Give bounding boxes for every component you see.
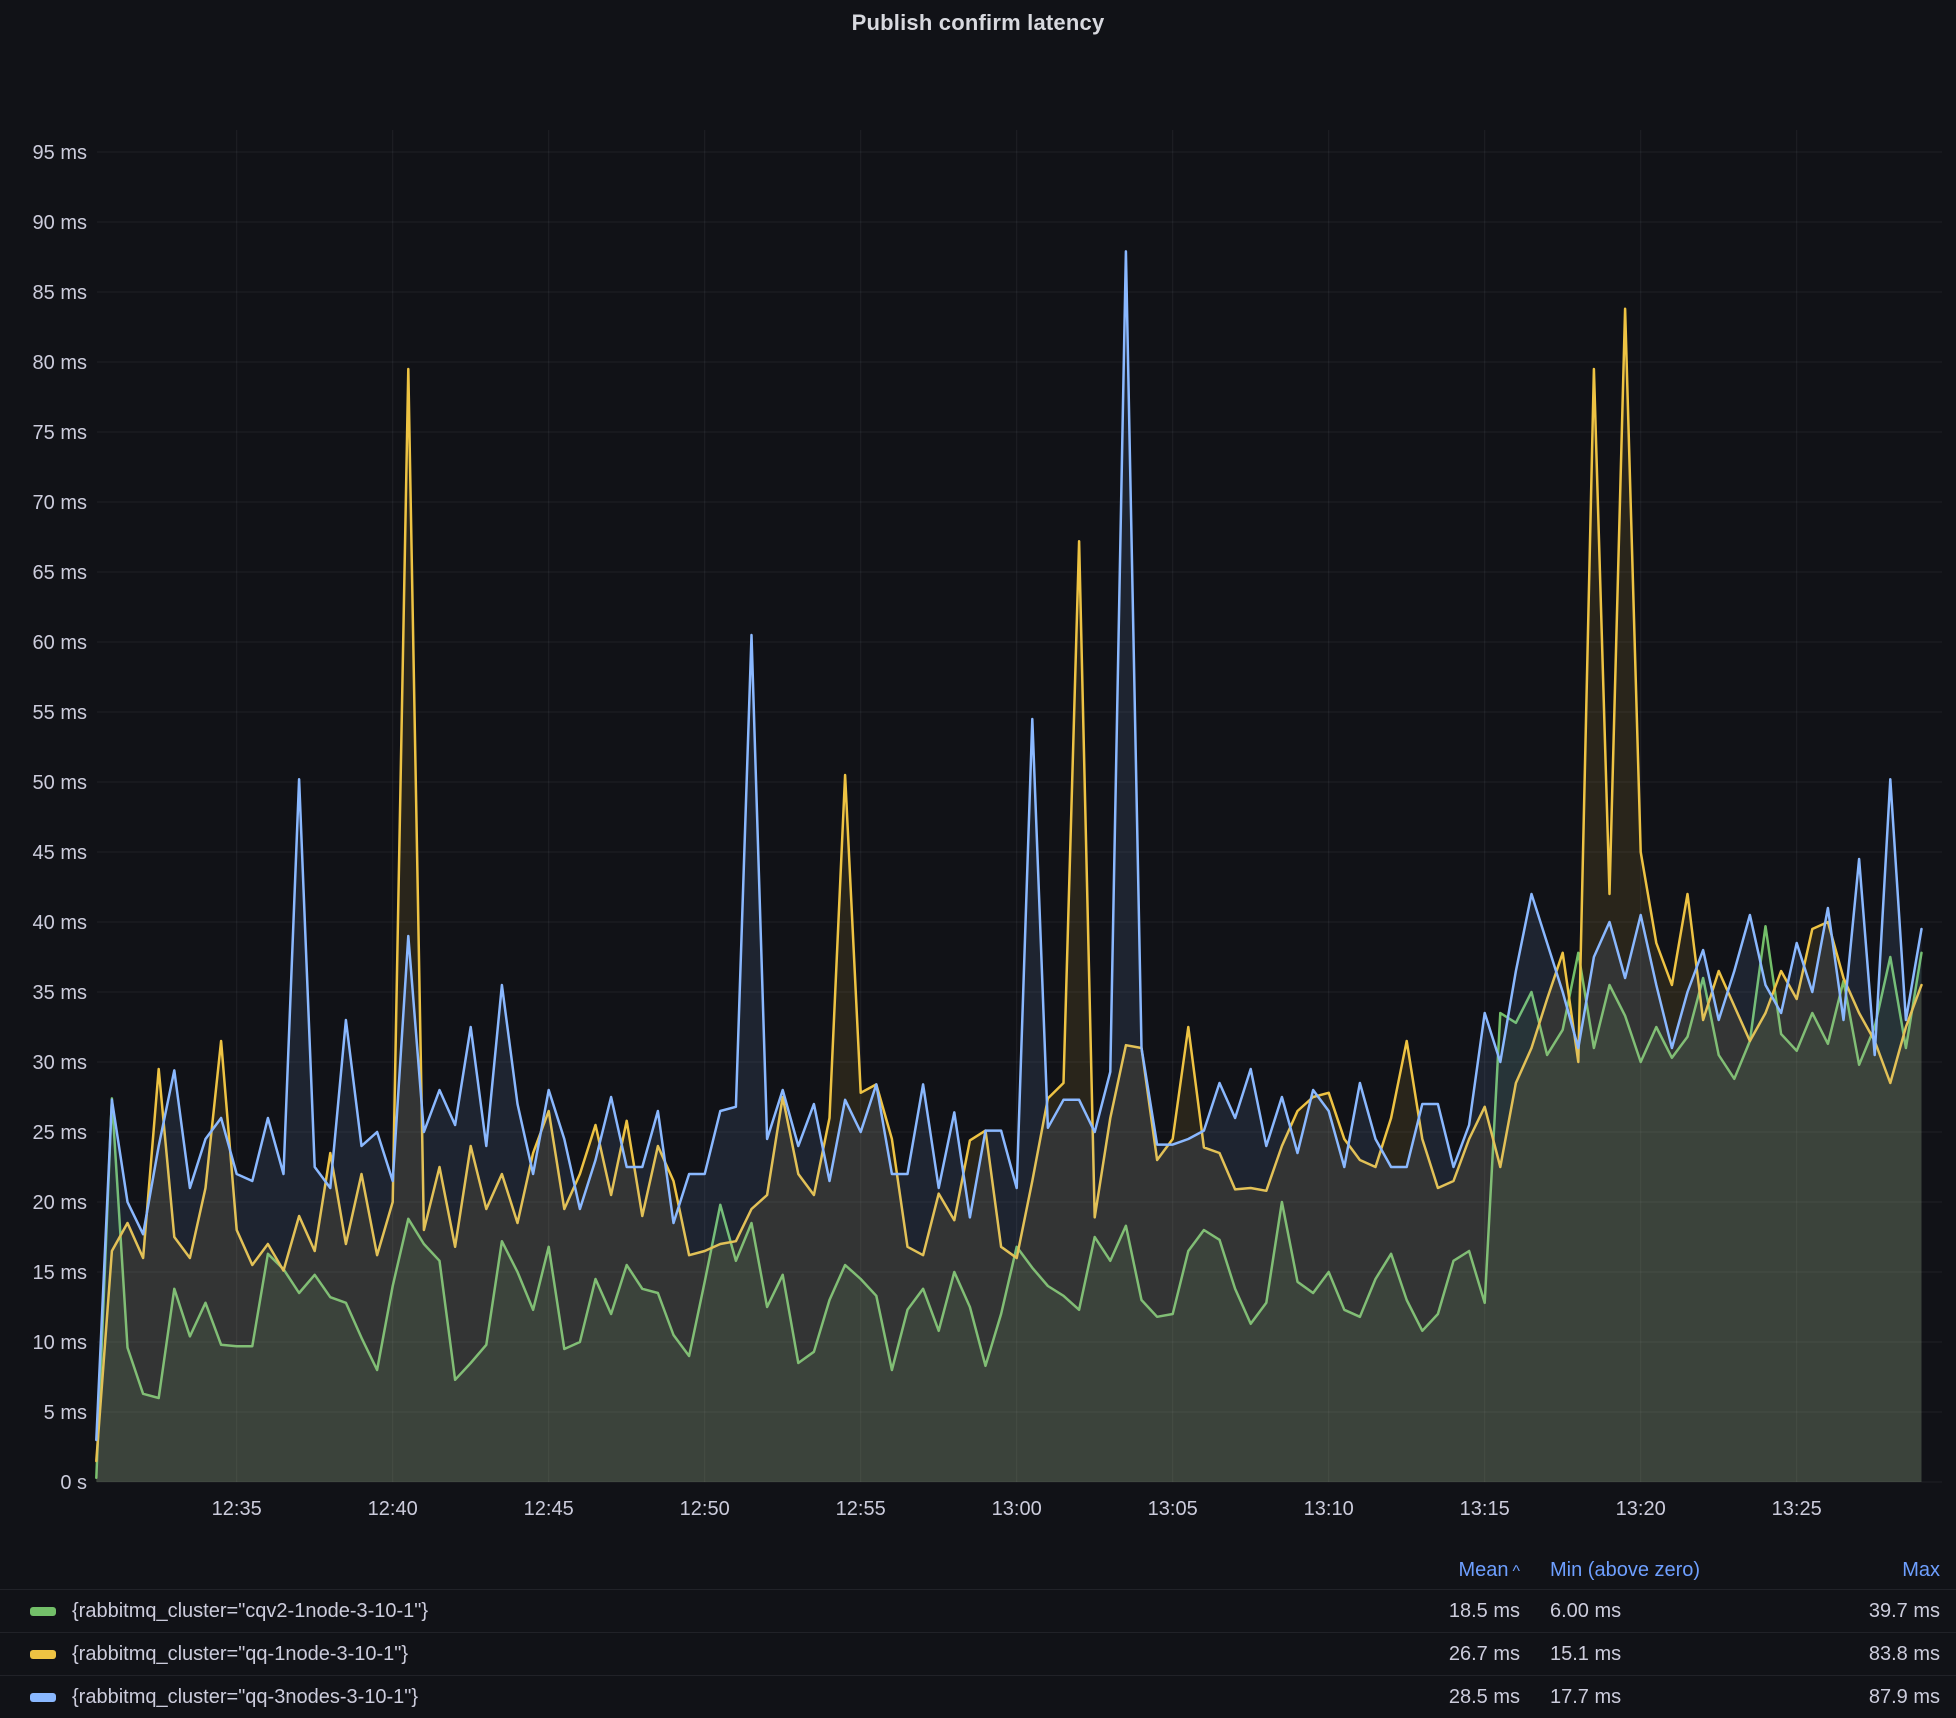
legend-sort-min[interactable]: Min (above zero) — [1520, 1559, 1790, 1582]
stat-min: 15.1 ms — [1520, 1643, 1790, 1666]
x-axis-tick-label: 12:55 — [836, 1498, 886, 1520]
series-label[interactable]: {rabbitmq_cluster="cqv2-1node-3-10-1"} — [66, 1600, 1390, 1623]
y-axis-tick-label: 90 ms — [33, 212, 87, 234]
legend-table: Mean^ Min (above zero) Max {rabbitmq_clu… — [0, 1551, 1956, 1718]
legend-row-cqv2-1node: {rabbitmq_cluster="cqv2-1node-3-10-1"} 1… — [0, 1589, 1956, 1632]
y-axis-tick-label: 25 ms — [33, 1122, 87, 1144]
x-axis-tick-label: 13:00 — [992, 1498, 1042, 1520]
series-color-swatch-blue[interactable] — [30, 1693, 56, 1702]
x-axis-tick-label: 12:50 — [680, 1498, 730, 1520]
series-color-swatch-yellow[interactable] — [30, 1650, 56, 1659]
stat-mean: 28.5 ms — [1390, 1686, 1520, 1709]
x-axis-tick-label: 13:25 — [1772, 1498, 1822, 1520]
x-axis-tick-label: 13:05 — [1148, 1498, 1198, 1520]
y-axis-tick-label: 85 ms — [33, 282, 87, 304]
y-axis-tick-label: 10 ms — [33, 1332, 87, 1354]
grafana-panel: Publish confirm latency 0 s5 ms10 ms15 m… — [0, 0, 1956, 1718]
x-axis-tick-label: 12:35 — [212, 1498, 262, 1520]
y-axis-tick-label: 15 ms — [33, 1262, 87, 1284]
y-axis-tick-label: 35 ms — [33, 982, 87, 1004]
stat-max: 87.9 ms — [1790, 1686, 1956, 1709]
stat-max: 83.8 ms — [1790, 1643, 1956, 1666]
x-axis-tick-label: 13:20 — [1616, 1498, 1666, 1520]
x-axis-tick-label: 12:45 — [524, 1498, 574, 1520]
y-axis-tick-label: 0 s — [60, 1472, 87, 1494]
y-axis-tick-label: 95 ms — [33, 142, 87, 164]
y-axis-tick-label: 45 ms — [33, 842, 87, 864]
y-axis-tick-label: 75 ms — [33, 422, 87, 444]
legend-row-qq-3nodes: {rabbitmq_cluster="qq-3nodes-3-10-1"} 28… — [0, 1675, 1956, 1718]
stat-mean: 18.5 ms — [1390, 1600, 1520, 1623]
x-axis-tick-label: 12:40 — [368, 1498, 418, 1520]
y-axis-tick-label: 20 ms — [33, 1192, 87, 1214]
x-axis-tick-label: 13:10 — [1304, 1498, 1354, 1520]
stat-mean: 26.7 ms — [1390, 1643, 1520, 1666]
y-axis-tick-label: 60 ms — [33, 632, 87, 654]
y-axis-tick-label: 40 ms — [33, 912, 87, 934]
series-color-swatch-green[interactable] — [30, 1607, 56, 1616]
legend-sort-mean[interactable]: Mean^ — [1390, 1559, 1520, 1582]
y-axis-tick-label: 80 ms — [33, 352, 87, 374]
legend-sort-max[interactable]: Max — [1790, 1559, 1956, 1582]
stat-max: 39.7 ms — [1790, 1600, 1956, 1623]
y-axis-tick-label: 65 ms — [33, 562, 87, 584]
y-axis-tick-label: 55 ms — [33, 702, 87, 724]
y-axis-tick-label: 50 ms — [33, 772, 87, 794]
stat-min: 6.00 ms — [1520, 1600, 1790, 1623]
y-axis-tick-label: 70 ms — [33, 492, 87, 514]
y-axis-tick-label: 30 ms — [33, 1052, 87, 1074]
series-label[interactable]: {rabbitmq_cluster="qq-1node-3-10-1"} — [66, 1643, 1390, 1666]
series-area — [96, 251, 1921, 1482]
x-axis-tick-label: 13:15 — [1460, 1498, 1510, 1520]
legend-row-qq-1node: {rabbitmq_cluster="qq-1node-3-10-1"} 26.… — [0, 1632, 1956, 1675]
sort-asc-icon: ^ — [1512, 1563, 1520, 1580]
time-series-chart[interactable]: 0 s 5 ms 10 ms 15 ms 20 ms 25 ms 30 ms 35 ms 40 … — [0, 0, 1956, 1535]
series-label[interactable]: {rabbitmq_cluster="qq-3nodes-3-10-1"} — [66, 1686, 1390, 1709]
legend-header: Mean^ Min (above zero) Max — [0, 1551, 1956, 1589]
y-axis-tick-label: 5 ms — [44, 1402, 87, 1424]
stat-min: 17.7 ms — [1520, 1686, 1790, 1709]
